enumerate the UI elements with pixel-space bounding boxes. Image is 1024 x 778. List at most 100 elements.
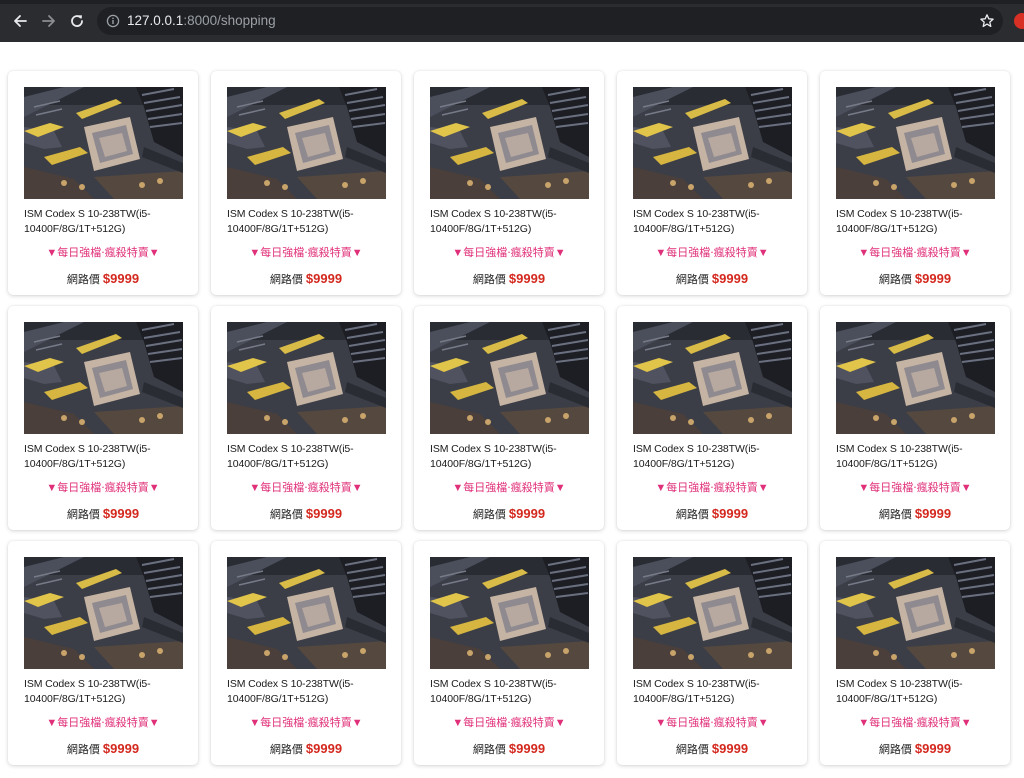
product-card[interactable]: ISM Codex S 10-238TW(i5-10400F/8G/1T+512… [414, 71, 604, 295]
product-image[interactable] [633, 557, 792, 669]
info-icon[interactable] [106, 14, 120, 28]
price-value: $9999 [914, 506, 952, 521]
price-row: 網路價 $9999 [414, 506, 604, 522]
price-label: 網路價 [269, 509, 303, 521]
product-image[interactable] [836, 322, 995, 434]
product-card[interactable]: ISM Codex S 10-238TW(i5-10400F/8G/1T+512… [414, 541, 604, 765]
price-row: 網路價 $9999 [617, 741, 807, 757]
price-label: 網路價 [472, 274, 506, 286]
promo-text: ▼每日強檔‧瘋殺特賣▼ [655, 482, 769, 494]
product-card[interactable]: ISM Codex S 10-238TW(i5-10400F/8G/1T+512… [820, 541, 1010, 765]
back-arrow-icon[interactable] [9, 10, 31, 32]
product-title[interactable]: ISM Codex S 10-238TW(i5-10400F/8G/1T+512… [836, 442, 1000, 472]
promo-text: ▼每日強檔‧瘋殺特賣▼ [858, 717, 972, 729]
product-title[interactable]: ISM Codex S 10-238TW(i5-10400F/8G/1T+512… [430, 677, 594, 707]
price-label: 網路價 [472, 509, 506, 521]
product-title[interactable]: ISM Codex S 10-238TW(i5-10400F/8G/1T+512… [430, 442, 594, 472]
price-label: 網路價 [675, 509, 709, 521]
price-label: 網路價 [878, 509, 912, 521]
price-value: $9999 [102, 271, 140, 286]
address-bar[interactable]: 127.0.0.1:8000/shopping [97, 7, 1003, 35]
promo-text: ▼每日強檔‧瘋殺特賣▼ [249, 482, 363, 494]
product-title[interactable]: ISM Codex S 10-238TW(i5-10400F/8G/1T+512… [633, 442, 797, 472]
promo-text: ▼每日強檔‧瘋殺特賣▼ [46, 482, 160, 494]
product-card[interactable]: ISM Codex S 10-238TW(i5-10400F/8G/1T+512… [8, 541, 198, 765]
price-value: $9999 [914, 271, 952, 286]
price-value: $9999 [102, 506, 140, 521]
promo-text: ▼每日強檔‧瘋殺特賣▼ [452, 247, 566, 259]
product-title[interactable]: ISM Codex S 10-238TW(i5-10400F/8G/1T+512… [227, 207, 391, 237]
product-title[interactable]: ISM Codex S 10-238TW(i5-10400F/8G/1T+512… [633, 207, 797, 237]
product-card[interactable]: ISM Codex S 10-238TW(i5-10400F/8G/1T+512… [211, 541, 401, 765]
product-title[interactable]: ISM Codex S 10-238TW(i5-10400F/8G/1T+512… [836, 677, 1000, 707]
product-card[interactable]: ISM Codex S 10-238TW(i5-10400F/8G/1T+512… [617, 541, 807, 765]
price-row: 網路價 $9999 [211, 271, 401, 287]
price-label: 網路價 [66, 744, 100, 756]
price-label: 網路價 [66, 274, 100, 286]
reload-icon[interactable] [66, 10, 88, 32]
price-value: $9999 [305, 506, 343, 521]
product-title[interactable]: ISM Codex S 10-238TW(i5-10400F/8G/1T+512… [227, 442, 391, 472]
price-label: 網路價 [675, 744, 709, 756]
product-card[interactable]: ISM Codex S 10-238TW(i5-10400F/8G/1T+512… [414, 306, 604, 530]
url-text[interactable]: 127.0.0.1:8000/shopping [127, 13, 276, 28]
product-card[interactable]: ISM Codex S 10-238TW(i5-10400F/8G/1T+512… [211, 71, 401, 295]
product-image[interactable] [430, 87, 589, 199]
browser-toolbar: 127.0.0.1:8000/shopping [0, 0, 1024, 42]
product-title[interactable]: ISM Codex S 10-238TW(i5-10400F/8G/1T+512… [430, 207, 594, 237]
product-title[interactable]: ISM Codex S 10-238TW(i5-10400F/8G/1T+512… [24, 677, 188, 707]
price-row: 網路價 $9999 [8, 506, 198, 522]
price-row: 網路價 $9999 [211, 506, 401, 522]
product-card[interactable]: ISM Codex S 10-238TW(i5-10400F/8G/1T+512… [820, 306, 1010, 530]
product-title[interactable]: ISM Codex S 10-238TW(i5-10400F/8G/1T+512… [227, 677, 391, 707]
promo-text: ▼每日強檔‧瘋殺特賣▼ [46, 717, 160, 729]
product-image[interactable] [24, 87, 183, 199]
price-value: $9999 [914, 741, 952, 756]
price-label: 網路價 [675, 274, 709, 286]
price-row: 網路價 $9999 [820, 506, 1010, 522]
product-grid: ISM Codex S 10-238TW(i5-10400F/8G/1T+512… [0, 42, 1024, 778]
product-image[interactable] [430, 322, 589, 434]
product-image[interactable] [24, 322, 183, 434]
product-image[interactable] [633, 87, 792, 199]
star-icon[interactable] [979, 13, 995, 29]
product-title[interactable]: ISM Codex S 10-238TW(i5-10400F/8G/1T+512… [836, 207, 1000, 237]
product-card[interactable]: ISM Codex S 10-238TW(i5-10400F/8G/1T+512… [820, 71, 1010, 295]
promo-text: ▼每日強檔‧瘋殺特賣▼ [452, 717, 566, 729]
price-label: 網路價 [472, 744, 506, 756]
product-image[interactable] [836, 87, 995, 199]
price-label: 網路價 [878, 274, 912, 286]
product-title[interactable]: ISM Codex S 10-238TW(i5-10400F/8G/1T+512… [633, 677, 797, 707]
product-image[interactable] [633, 322, 792, 434]
product-image[interactable] [227, 322, 386, 434]
promo-text: ▼每日強檔‧瘋殺特賣▼ [655, 247, 769, 259]
product-image[interactable] [836, 557, 995, 669]
price-value: $9999 [711, 271, 749, 286]
product-image[interactable] [227, 87, 386, 199]
product-card[interactable]: ISM Codex S 10-238TW(i5-10400F/8G/1T+512… [211, 306, 401, 530]
price-value: $9999 [711, 506, 749, 521]
promo-text: ▼每日強檔‧瘋殺特賣▼ [46, 247, 160, 259]
product-title[interactable]: ISM Codex S 10-238TW(i5-10400F/8G/1T+512… [24, 442, 188, 472]
price-label: 網路價 [66, 509, 100, 521]
product-image[interactable] [24, 557, 183, 669]
product-title[interactable]: ISM Codex S 10-238TW(i5-10400F/8G/1T+512… [24, 207, 188, 237]
product-image[interactable] [430, 557, 589, 669]
promo-text: ▼每日強檔‧瘋殺特賣▼ [655, 717, 769, 729]
promo-text: ▼每日強檔‧瘋殺特賣▼ [249, 717, 363, 729]
product-card[interactable]: ISM Codex S 10-238TW(i5-10400F/8G/1T+512… [8, 71, 198, 295]
product-card[interactable]: ISM Codex S 10-238TW(i5-10400F/8G/1T+512… [617, 71, 807, 295]
url-path: :8000/shopping [183, 13, 276, 28]
price-label: 網路價 [878, 744, 912, 756]
extension-icon[interactable] [1014, 13, 1024, 29]
product-card[interactable]: ISM Codex S 10-238TW(i5-10400F/8G/1T+512… [8, 306, 198, 530]
promo-text: ▼每日強檔‧瘋殺特賣▼ [858, 482, 972, 494]
price-row: 網路價 $9999 [820, 271, 1010, 287]
price-row: 網路價 $9999 [617, 506, 807, 522]
product-image[interactable] [227, 557, 386, 669]
product-card[interactable]: ISM Codex S 10-238TW(i5-10400F/8G/1T+512… [617, 306, 807, 530]
forward-arrow-icon[interactable] [38, 10, 60, 32]
price-value: $9999 [508, 506, 546, 521]
promo-text: ▼每日強檔‧瘋殺特賣▼ [249, 247, 363, 259]
promo-text: ▼每日強檔‧瘋殺特賣▼ [452, 482, 566, 494]
